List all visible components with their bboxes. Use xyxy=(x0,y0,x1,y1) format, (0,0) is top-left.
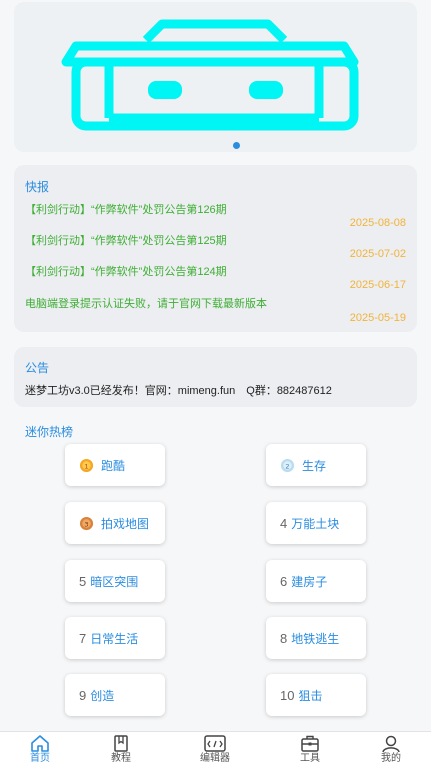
ranking-item-number: 10 xyxy=(280,687,295,703)
user-icon xyxy=(382,735,400,753)
news-item-date: 2025-07-02 xyxy=(349,248,406,260)
ranking-item-label: 创造 xyxy=(90,688,115,703)
banner-carousel[interactable] xyxy=(14,2,417,152)
ranking-item[interactable]: 2 生存 xyxy=(266,444,366,486)
tab-mine[interactable]: 我的 xyxy=(361,732,421,766)
ranking-item-number: 5 xyxy=(79,573,87,589)
svg-text:2: 2 xyxy=(285,462,289,470)
bronze-medal-icon: 3 xyxy=(79,516,94,530)
news-item-title[interactable]: 【利剑行动】“作弊软件”处罚公告第124期 xyxy=(25,263,227,279)
ranking-item-number: 7 xyxy=(79,630,87,646)
ranking-item[interactable]: 3 拍戏地图 xyxy=(65,502,165,544)
carousel-indicator-dot[interactable] xyxy=(233,142,240,149)
notice-card: 公告 迷梦工坊v3.0已经发布！官网：mimeng.fun Q群：8824876… xyxy=(14,347,417,407)
ranking-item-label: 建房子 xyxy=(291,574,328,589)
news-item-title[interactable]: 【利剑行动】“作弊软件”处罚公告第126期 xyxy=(25,201,227,217)
news-item-date: 2025-05-19 xyxy=(349,312,406,324)
ranking-item-label: 生存 xyxy=(302,458,327,473)
news-item-date: 2025-08-08 xyxy=(349,217,406,229)
ranking-item-label: 狙击 xyxy=(298,688,323,703)
ranking-item-label: 日常生活 xyxy=(90,631,139,646)
ranking-item-label: 跑酷 xyxy=(101,458,126,473)
svg-text:3: 3 xyxy=(84,520,88,528)
ranking-item[interactable]: 4 万能土块 xyxy=(266,502,366,544)
news-item-title[interactable]: 【利剑行动】“作弊软件”处罚公告第125期 xyxy=(25,232,227,248)
ranking-item-number: 6 xyxy=(280,573,288,589)
ranking-item[interactable]: 9 创造 xyxy=(65,674,165,716)
news-title: 快报 xyxy=(25,180,50,194)
ranking-item[interactable]: 6 建房子 xyxy=(266,560,366,602)
news-item-title[interactable]: 电脑端登录提示认证失败，请于官网下载最新版本 xyxy=(25,295,267,311)
ranking-item[interactable]: 7 日常生活 xyxy=(65,617,165,659)
news-card: 快报 【利剑行动】“作弊软件”处罚公告第126期 2025-08-08 【利剑行… xyxy=(14,165,417,332)
notice-title: 公告 xyxy=(25,361,50,375)
notice-text: 迷梦工坊v3.0已经发布！官网：mimeng.fun Q群：882487612 xyxy=(25,385,332,397)
tab-tools[interactable]: 工具 xyxy=(280,732,340,766)
ranking-item[interactable]: 1 跑酷 xyxy=(65,444,165,486)
svg-text:1: 1 xyxy=(84,462,88,470)
ranking-title: 迷你热榜 xyxy=(25,425,74,439)
editor-icon xyxy=(204,735,226,752)
ranking-item[interactable]: 10 狙击 xyxy=(266,674,366,716)
tab-label: 编辑器 xyxy=(200,753,230,764)
tab-label: 我的 xyxy=(381,753,401,764)
tab-tutorial[interactable]: 教程 xyxy=(91,732,151,766)
ranking-item-number: 9 xyxy=(79,687,87,703)
ranking-item-number: 4 xyxy=(280,515,288,531)
ranking-item-label: 拍戏地图 xyxy=(101,516,150,531)
ranking-item-label: 地铁逃生 xyxy=(291,631,340,646)
book-icon xyxy=(114,735,128,752)
gold-medal-icon: 1 xyxy=(79,458,94,472)
ranking-item-label: 暗区突围 xyxy=(90,574,139,589)
toolbox-icon xyxy=(301,735,319,752)
ranking-item[interactable]: 8 地铁逃生 xyxy=(266,617,366,659)
banner-robot-logo xyxy=(61,19,359,131)
ranking-item-number: 8 xyxy=(280,630,288,646)
tab-editor[interactable]: 编辑器 xyxy=(185,732,245,766)
ranking-item-label: 万能土块 xyxy=(291,516,340,531)
home-icon xyxy=(31,735,49,752)
tab-label: 教程 xyxy=(111,753,131,764)
tab-home[interactable]: 首页 xyxy=(10,732,70,766)
tab-label: 首页 xyxy=(30,753,50,764)
ranking-item[interactable]: 5 暗区突围 xyxy=(65,560,165,602)
bottom-tab-bar: 首页 教程 编辑器 工具 我的 xyxy=(0,731,431,766)
news-item-date: 2025-06-17 xyxy=(349,279,406,291)
silver-medal-icon: 2 xyxy=(280,458,295,472)
tab-label: 工具 xyxy=(300,753,320,764)
